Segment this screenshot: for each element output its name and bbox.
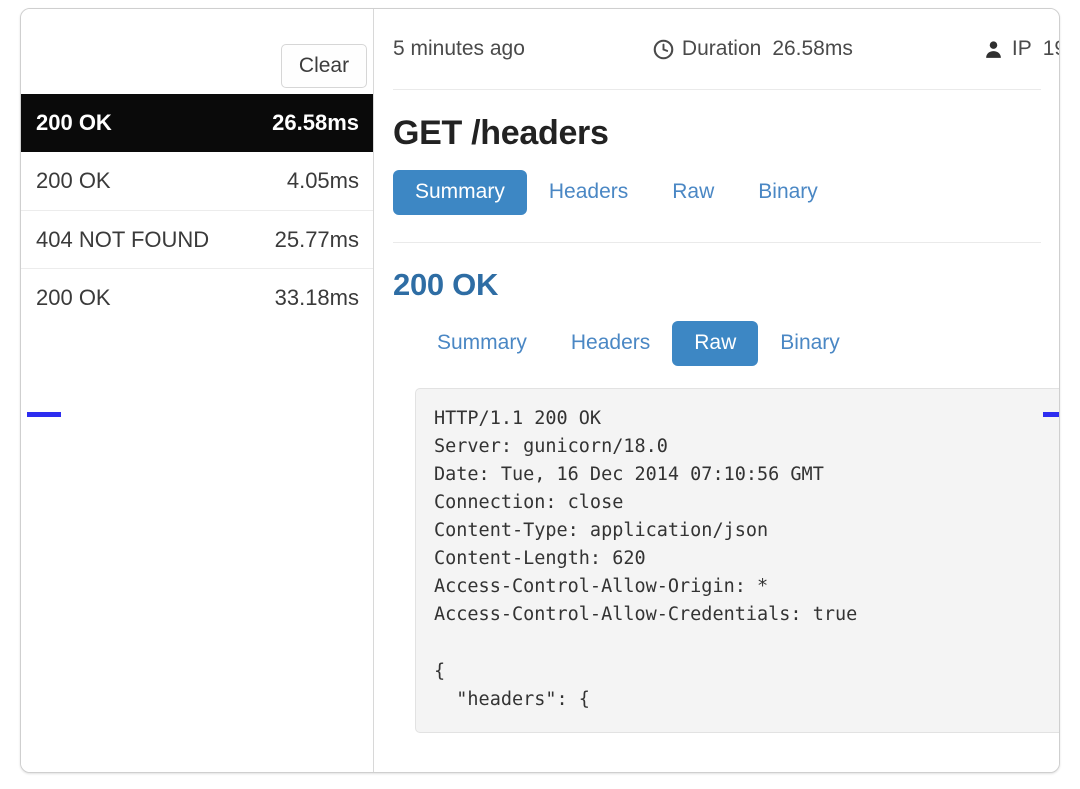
tab-request-binary[interactable]: Binary bbox=[736, 170, 840, 215]
sidebar-toolbar: Clear bbox=[21, 9, 373, 94]
page-title: GET /headers bbox=[393, 115, 1041, 152]
request-sidebar: Clear 200 OK 26.58ms 200 OK 4.05ms 404 N… bbox=[21, 9, 374, 773]
timestamp: 5 minutes ago bbox=[393, 37, 525, 61]
duration-label: Duration bbox=[682, 37, 761, 61]
request-detail-panel: 5 minutes ago Duration 26.58ms bbox=[375, 9, 1059, 773]
list-item[interactable]: 200 OK 4.05ms bbox=[21, 152, 373, 210]
ip-meta: IP 192 bbox=[983, 37, 1059, 61]
ip-value: 192 bbox=[1043, 37, 1059, 61]
ip-label: IP bbox=[1012, 37, 1032, 61]
tab-response-raw[interactable]: Raw bbox=[672, 321, 758, 366]
crop-mark-right bbox=[1043, 412, 1060, 417]
request-status: 200 OK bbox=[36, 168, 111, 194]
list-item[interactable]: 200 OK 26.58ms bbox=[21, 94, 373, 152]
tab-response-headers[interactable]: Headers bbox=[549, 321, 672, 366]
clear-button[interactable]: Clear bbox=[281, 44, 367, 88]
raw-response-body: HTTP/1.1 200 OK Server: gunicorn/18.0 Da… bbox=[415, 388, 1059, 733]
list-item[interactable]: 200 OK 33.18ms bbox=[21, 268, 373, 326]
response-section: 200 OK Summary Headers Raw Binary HTTP/1… bbox=[375, 268, 1059, 732]
request-timing: 26.58ms bbox=[272, 110, 359, 136]
screenshot-root: Clear 200 OK 26.58ms 200 OK 4.05ms 404 N… bbox=[0, 0, 1080, 789]
request-section: GET /headers Summary Headers Raw Binary bbox=[375, 115, 1059, 215]
request-list: 200 OK 26.58ms 200 OK 4.05ms 404 NOT FOU… bbox=[21, 94, 373, 326]
meta-divider bbox=[393, 89, 1041, 90]
app-window: Clear 200 OK 26.58ms 200 OK 4.05ms 404 N… bbox=[20, 8, 1060, 773]
request-timing: 25.77ms bbox=[275, 227, 359, 253]
timestamp-label: 5 minutes ago bbox=[393, 37, 525, 61]
clock-icon bbox=[653, 38, 675, 60]
request-status: 200 OK bbox=[36, 110, 112, 136]
request-timing: 4.05ms bbox=[287, 168, 359, 194]
list-item[interactable]: 404 NOT FOUND 25.77ms bbox=[21, 210, 373, 268]
crop-mark-left bbox=[27, 412, 61, 417]
request-meta-bar: 5 minutes ago Duration 26.58ms bbox=[375, 9, 1059, 89]
request-status: 404 NOT FOUND bbox=[36, 227, 209, 253]
response-tabs: Summary Headers Raw Binary bbox=[393, 321, 1041, 366]
tab-response-binary[interactable]: Binary bbox=[758, 321, 862, 366]
tab-request-raw[interactable]: Raw bbox=[650, 170, 736, 215]
tab-request-headers[interactable]: Headers bbox=[527, 170, 650, 215]
request-tabs: Summary Headers Raw Binary bbox=[393, 170, 1041, 215]
duration-value: 26.58ms bbox=[772, 37, 853, 61]
request-timing: 33.18ms bbox=[275, 285, 359, 311]
duration-meta: Duration 26.58ms bbox=[653, 37, 853, 61]
response-status-title: 200 OK bbox=[393, 268, 1041, 302]
section-divider bbox=[393, 242, 1041, 243]
request-status: 200 OK bbox=[36, 285, 111, 311]
tab-request-summary[interactable]: Summary bbox=[393, 170, 527, 215]
tab-response-summary[interactable]: Summary bbox=[415, 321, 549, 366]
person-icon bbox=[983, 38, 1005, 60]
